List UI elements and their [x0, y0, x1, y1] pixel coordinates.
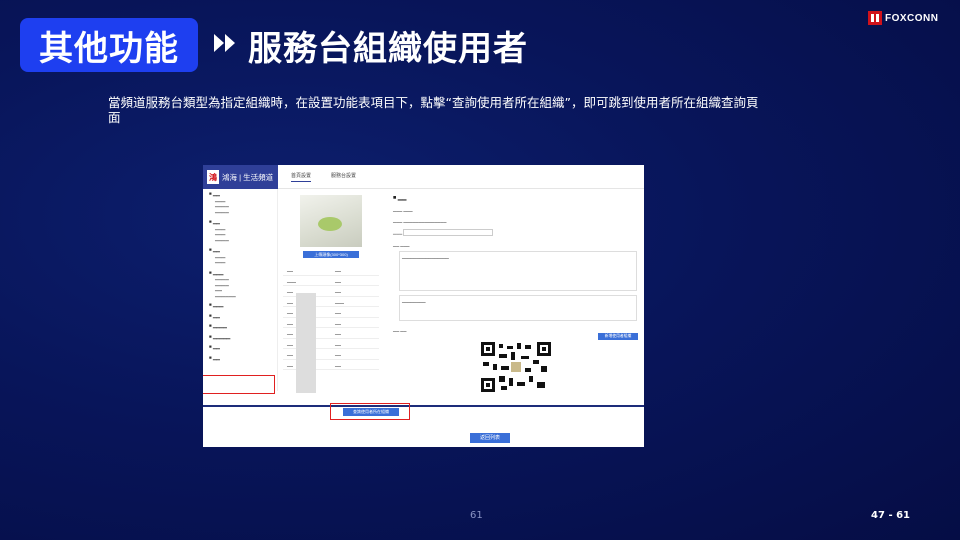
form-field: ▁▁ ▁▁▁ [393, 242, 410, 247]
highlight-query-box [330, 403, 410, 420]
tab-service-settings[interactable]: 服務台設置 [331, 172, 356, 179]
qr-code-image [481, 342, 551, 392]
screenshot-topbar: 鴻 鴻海 | 生活頻道 首頁設置 服務台設置 [203, 165, 644, 189]
redacted-column [296, 293, 316, 393]
section-divider [203, 405, 644, 407]
app-screenshot: 鴻 鴻海 | 生活頻道 首頁設置 服務台設置 ■ ▁▁ ▁▁▁ ▁▁▁▁ ▁▁▁… [203, 165, 644, 447]
sidebar-group[interactable]: ■ ▁▁▁ [203, 302, 277, 308]
form-field: ▁▁ ▁▁ [393, 327, 407, 332]
sidebar-group[interactable]: ■ ▁▁ [203, 313, 277, 319]
sidebar-item-settings[interactable]: ■ ▁▁ [203, 355, 277, 361]
brand-text: 鴻海 | 生活頻道 [222, 172, 274, 182]
logo-text: FOXCONN [885, 12, 939, 24]
sidebar-group[interactable]: ■ ▁▁▁▁▁ [203, 334, 277, 340]
page-range: 47 - 61 [871, 510, 910, 521]
double-chevron-icon [214, 34, 235, 52]
back-to-list-button[interactable]: 返回列表 [470, 433, 510, 443]
form-textarea[interactable]: ▁▁▁▁▁▁▁▁ [399, 295, 637, 321]
highlight-settings-box [203, 375, 275, 394]
section-label: 其他功能 [20, 18, 198, 72]
form-field[interactable]: ▁▁▁ [393, 229, 638, 236]
sidebar-item[interactable]: ▁▁▁▁ [203, 236, 277, 242]
tab-home-settings[interactable]: 首頁設置 [291, 172, 312, 182]
form-textarea[interactable]: ▁▁▁▁▁▁▁▁▁▁▁▁▁▁▁▁ [399, 251, 637, 291]
table-row: ▁▁ ▁▁ [283, 265, 379, 276]
sidebar-item[interactable]: ▁▁▁ [203, 258, 277, 264]
form-field: ▁▁▁ ▁▁▁ [393, 207, 413, 212]
foxconn-logo-icon [868, 11, 882, 25]
sidebar-group[interactable]: ■ ▁▁ [203, 344, 277, 350]
sidebar-item[interactable]: ▁▁▁▁ [203, 208, 277, 214]
page-number: 61 [470, 510, 483, 521]
upload-avatar-button[interactable]: 上傳頭像(300*300) [303, 251, 359, 258]
avatar-panel: 上傳頭像(300*300) [283, 195, 383, 258]
sidebar-group[interactable]: ■ ▁▁▁▁ [203, 323, 277, 329]
sidebar-item[interactable]: ▁▁▁▁▁▁ [203, 292, 277, 298]
settings-form: ■ ▁▁ ▁▁▁ ▁▁▁ ▁▁▁ ▁▁▁▁▁▁▁▁▁▁▁▁▁▁ ▁▁▁ ▁▁ ▁… [393, 195, 638, 332]
page-title: 服務台組織使用者 [248, 28, 528, 69]
table-row: ▁▁▁▁▁ [283, 276, 379, 286]
form-input[interactable] [403, 229, 494, 236]
form-field: ▁▁▁ ▁▁▁▁▁▁▁▁▁▁▁▁▁▁ [393, 218, 447, 223]
foxconn-logo: FOXCONN [868, 8, 946, 28]
description-text: 當頻道服務台類型為指定組織時，在設置功能表項目下，點擊“查詢使用者所在組織”，即… [108, 95, 759, 125]
service-avatar-image [300, 195, 362, 247]
screenshot-sidebar: ■ ▁▁ ▁▁▁ ▁▁▁▁ ▁▁▁▁ ■ ▁▁ ▁▁▁ ▁▁▁ ▁▁▁▁ ■ ▁… [203, 189, 278, 391]
brand-logo-icon: 鴻 [207, 170, 219, 184]
screenshot-brand: 鴻 鴻海 | 生活頻道 [203, 165, 278, 189]
form-title: ■ ▁▁ [393, 195, 407, 201]
add-org-button[interactable]: 新增使用者組織 [598, 333, 638, 340]
